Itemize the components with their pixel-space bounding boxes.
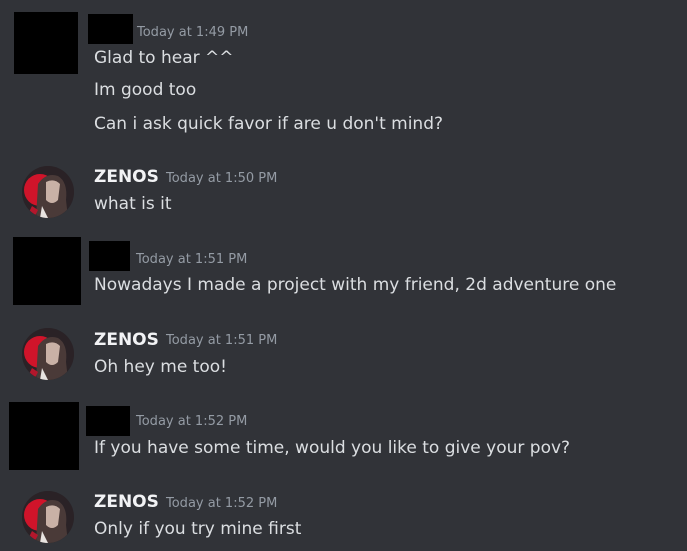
message-timestamp[interactable]: Today at 1:51 PM	[136, 252, 247, 268]
message-text: Oh hey me too!	[94, 357, 227, 377]
message-timestamp[interactable]: Today at 1:49 PM	[137, 25, 248, 41]
avatar[interactable]	[9, 402, 79, 470]
message-timestamp[interactable]: Today at 1:51 PM	[166, 333, 277, 349]
username-redacted[interactable]	[89, 241, 130, 271]
username-redacted[interactable]	[88, 14, 133, 44]
message-text: Glad to hear ^^	[94, 48, 234, 68]
message-text: Can i ask quick favor if are u don't min…	[94, 114, 444, 134]
username[interactable]: ZENOS	[94, 167, 159, 187]
username[interactable]: ZENOS	[94, 330, 159, 350]
avatar[interactable]	[13, 237, 81, 305]
username-redacted[interactable]	[86, 406, 130, 436]
avatar[interactable]	[22, 328, 74, 380]
message-timestamp[interactable]: Today at 1:52 PM	[136, 414, 247, 430]
message-text: If you have some time, would you like to…	[94, 438, 571, 458]
message-timestamp[interactable]: Today at 1:52 PM	[166, 496, 277, 512]
message-text: Im good too	[94, 80, 197, 100]
avatar[interactable]	[22, 491, 74, 543]
message-timestamp[interactable]: Today at 1:50 PM	[166, 171, 277, 187]
message-text: Only if you try mine first	[94, 519, 302, 539]
avatar[interactable]	[22, 166, 74, 218]
username[interactable]: ZENOS	[94, 492, 159, 512]
avatar[interactable]	[14, 12, 78, 74]
message-text: what is it	[94, 194, 172, 214]
message-text: Nowadays I made a project with my friend…	[94, 275, 617, 295]
